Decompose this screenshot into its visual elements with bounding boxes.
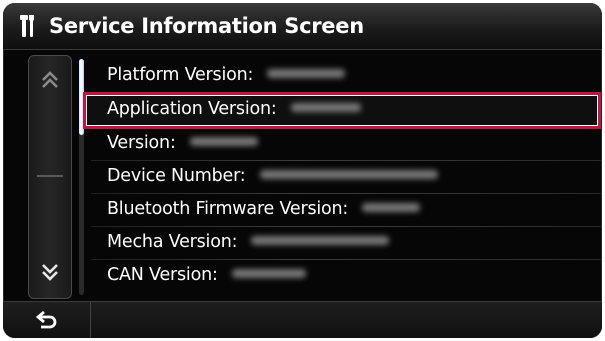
title-bar: Service Information Screen: [3, 3, 602, 50]
bottom-bar: [3, 301, 602, 338]
tools-icon: [20, 15, 34, 37]
row-label: Device Number:: [107, 166, 246, 186]
row-label: Application Version:: [107, 99, 277, 119]
obscured-value: [189, 137, 258, 146]
obscured-value: [267, 69, 346, 78]
service-screen: Service Information Screen Platform Vers…: [3, 3, 602, 338]
list-item-version[interactable]: Version:: [107, 128, 258, 158]
list-item-can-version[interactable]: CAN Version:: [107, 260, 306, 290]
list-item-application-version[interactable]: Application Version:: [107, 94, 361, 124]
list-item-platform-version[interactable]: Platform Version:: [107, 60, 346, 90]
list-item-bluetooth-firmware-version[interactable]: Bluetooth Firmware Version:: [107, 194, 421, 224]
double-chevron-down-icon[interactable]: [38, 260, 62, 284]
back-arrow-icon: [36, 310, 57, 329]
list-item-mecha-version[interactable]: Mecha Version:: [107, 227, 390, 257]
obscured-value: [231, 269, 306, 278]
list-item-device-number[interactable]: Device Number:: [107, 161, 438, 191]
double-chevron-up-icon[interactable]: [38, 68, 62, 92]
row-label: Platform Version:: [107, 65, 254, 85]
row-label: CAN Version:: [107, 265, 218, 285]
row-label: Mecha Version:: [107, 232, 238, 252]
obscured-value: [290, 103, 361, 112]
obscured-value: [362, 203, 421, 212]
obscured-value: [251, 236, 390, 245]
scroll-panel: [28, 55, 72, 299]
back-button[interactable]: [3, 302, 91, 338]
row-label: Version:: [107, 133, 176, 153]
obscured-value: [259, 170, 438, 179]
scroll-divider: [37, 175, 63, 177]
page-title: Service Information Screen: [49, 14, 364, 38]
row-label: Bluetooth Firmware Version:: [107, 199, 349, 219]
